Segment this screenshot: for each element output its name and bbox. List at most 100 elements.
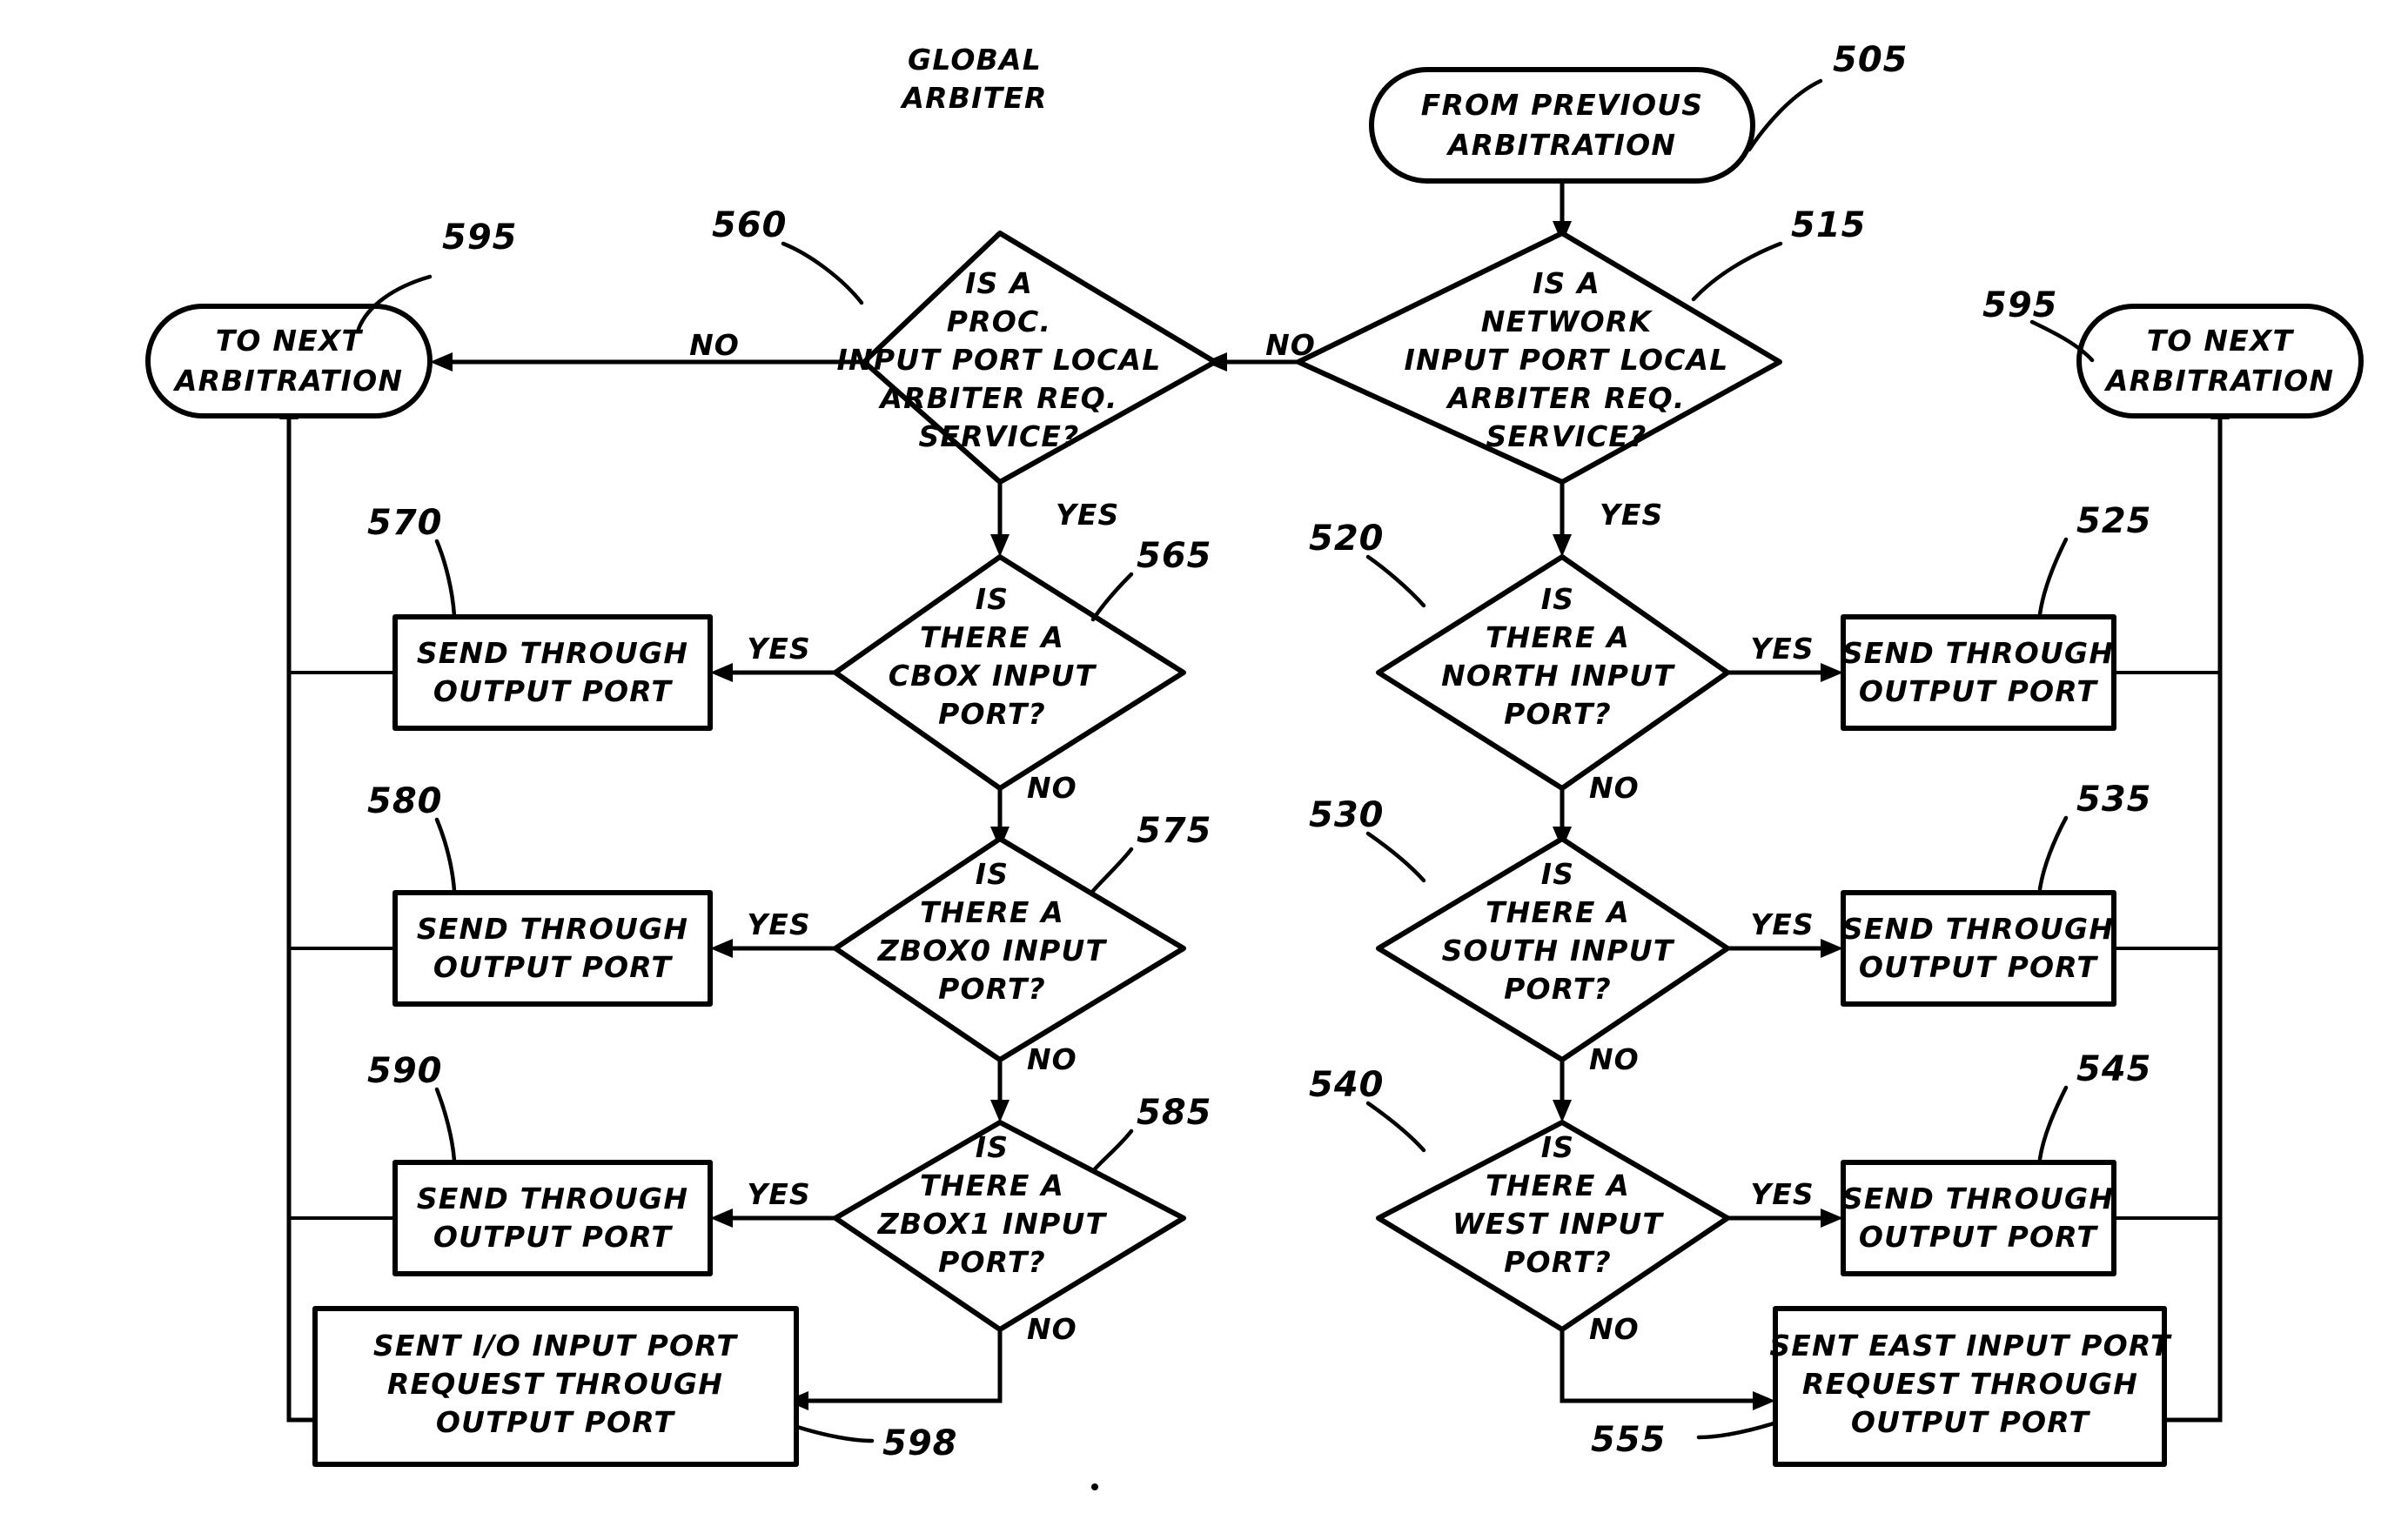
decision-530-line1: IS	[1541, 857, 1574, 891]
ref-520: 520	[1309, 519, 1385, 559]
decision-530-line2: THERE A	[1486, 895, 1630, 929]
leader-555	[1696, 1421, 1776, 1440]
ref-595-right: 595	[1982, 285, 2058, 325]
process-sent-io-input-port-request[interactable]: SENT I/O INPUT PORT REQUEST THROUGH OUTP…	[312, 1306, 799, 1467]
decision-530-line4: PORT?	[1504, 972, 1612, 1006]
ref-535: 535	[2076, 780, 2152, 820]
ref-585: 585	[1137, 1093, 1212, 1133]
decision-proc-local-arbiter[interactable]: IS A PROC. INPUT PORT LOCAL ARBITER REQ.…	[837, 231, 1217, 485]
decision-560-line1: IS A	[965, 266, 1033, 300]
arrow-540-yes	[1821, 1209, 1843, 1228]
arrow-575-no	[990, 1100, 1010, 1122]
decision-cbox-input-port[interactable]: IS THERE A CBOX INPUT PORT?	[833, 554, 1186, 791]
terminal-from-previous-line1: FROM PREVIOUS	[1421, 88, 1704, 122]
arrow-565-yes	[710, 663, 733, 682]
ref-505: 505	[1833, 40, 1908, 80]
decision-west-input-port[interactable]: IS THERE A WEST INPUT PORT?	[1376, 1120, 1730, 1332]
edge-label-530-yes: YES	[1750, 907, 1814, 941]
decision-network-local-arbiter[interactable]: IS A NETWORK INPUT PORT LOCAL ARBITER RE…	[1296, 231, 1782, 485]
terminal-to-next-left-shape	[145, 304, 433, 418]
arrow-515-yes	[1553, 534, 1572, 557]
process-send-through-output-port-north[interactable]: SEND THROUGH OUTPUT PORT	[1841, 614, 2116, 731]
caption-line1: GLOBAL	[908, 43, 1042, 77]
decision-575-line2: THERE A	[920, 895, 1064, 929]
arrow-560-yes	[990, 534, 1010, 557]
terminal-to-next-right-line2: ARBITRATION	[2103, 364, 2334, 398]
process-598-line1: SENT I/O INPUT PORT	[373, 1329, 738, 1363]
decision-540-line1: IS	[1541, 1130, 1574, 1164]
ref-595-left: 595	[442, 218, 518, 258]
caption-line2: ARBITER	[899, 81, 1047, 115]
decision-520-line1: IS	[1541, 582, 1574, 616]
leader-585	[1090, 1128, 1134, 1174]
ref-540: 540	[1309, 1065, 1385, 1105]
process-send-through-output-port-cbox[interactable]: SEND THROUGH OUTPUT PORT	[392, 614, 713, 731]
edge-label-540-yes: YES	[1750, 1177, 1814, 1211]
decision-north-input-port[interactable]: IS THERE A NORTH INPUT PORT?	[1376, 554, 1730, 791]
process-send-through-output-port-west[interactable]: SEND THROUGH OUTPUT PORT	[1841, 1160, 2116, 1276]
decision-515-line2: NETWORK	[1481, 305, 1653, 338]
leader-530	[1365, 831, 1426, 883]
process-570-line1: SEND THROUGH	[417, 636, 688, 670]
decision-540-line3: WEST INPUT	[1452, 1207, 1664, 1241]
edge-label-575-no: NO	[1027, 1042, 1077, 1076]
decision-560-line3: INPUT PORT LOCAL	[837, 343, 1162, 377]
right-return-bus	[2164, 407, 2223, 1423]
terminal-to-next-arbitration-left[interactable]: TO NEXT ARBITRATION	[145, 304, 433, 418]
ref-598: 598	[882, 1423, 958, 1463]
leader-570	[434, 539, 457, 619]
page-period-mark	[1091, 1483, 1098, 1490]
ref-570: 570	[367, 503, 443, 543]
leader-515	[1691, 241, 1783, 302]
terminal-to-next-right-line1: TO NEXT	[2147, 324, 2295, 358]
ref-530: 530	[1309, 795, 1385, 835]
decision-520-line4: PORT?	[1504, 697, 1612, 731]
decision-575-line4: PORT?	[938, 972, 1046, 1006]
process-598-line3: OUTPUT PORT	[436, 1405, 676, 1439]
decision-560-line4: ARBITER REQ.	[877, 381, 1117, 415]
edge-label-515-no: NO	[1265, 328, 1316, 362]
process-535-shape	[1841, 890, 2116, 1007]
ref-525: 525	[2076, 501, 2152, 541]
process-525-line1: SEND THROUGH	[1842, 636, 2114, 670]
decision-520-line3: NORTH INPUT	[1441, 659, 1675, 693]
terminal-from-previous-arbitration[interactable]: FROM PREVIOUS ARBITRATION	[1369, 67, 1755, 184]
edge-label-515-yes: YES	[1600, 498, 1663, 532]
leader-520	[1365, 554, 1426, 608]
decision-520-line2: THERE A	[1486, 620, 1630, 654]
ref-565: 565	[1137, 536, 1212, 576]
decision-585-line4: PORT?	[938, 1245, 1046, 1279]
flowchart-figure: 560 (right point) --> TO NEXT ARBITRATIO…	[0, 0, 2388, 1540]
decision-585-line2: THERE A	[920, 1168, 1064, 1202]
leader-545	[2037, 1085, 2069, 1162]
process-570-line2: OUTPUT PORT	[433, 674, 674, 708]
leader-580	[434, 817, 457, 894]
leader-560	[781, 241, 864, 305]
terminal-to-next-arbitration-right[interactable]: TO NEXT ARBITRATION	[2076, 304, 2364, 418]
process-590-line2: OUTPUT PORT	[433, 1220, 674, 1254]
edge-label-520-no: NO	[1589, 771, 1640, 805]
process-send-through-output-port-zbox0[interactable]: SEND THROUGH OUTPUT PORT	[392, 890, 713, 1007]
process-send-through-output-port-zbox1[interactable]: SEND THROUGH OUTPUT PORT	[392, 1160, 713, 1276]
process-send-through-output-port-south[interactable]: SEND THROUGH OUTPUT PORT	[1841, 890, 2116, 1007]
decision-515-line5: SERVICE?	[1486, 419, 1647, 453]
decision-565-line1: IS	[976, 582, 1009, 616]
process-580-line1: SEND THROUGH	[417, 912, 688, 946]
process-sent-east-input-port-request[interactable]: SENT EAST INPUT PORT REQUEST THROUGH OUT…	[1769, 1306, 2172, 1467]
process-525-shape	[1841, 614, 2116, 731]
edge-label-520-yes: YES	[1750, 632, 1814, 666]
decision-zbox1-input-port[interactable]: IS THERE A ZBOX1 INPUT PORT?	[833, 1120, 1186, 1332]
edge-label-565-no: NO	[1027, 771, 1077, 805]
terminal-to-next-left-line2: ARBITRATION	[172, 364, 403, 398]
ref-575: 575	[1137, 811, 1212, 851]
decision-515-line3: INPUT PORT LOCAL	[1405, 343, 1729, 377]
decision-zbox0-input-port[interactable]: IS THERE A ZBOX0 INPUT PORT?	[833, 836, 1186, 1062]
decision-south-input-port[interactable]: IS THERE A SOUTH INPUT PORT?	[1376, 836, 1730, 1062]
decision-560-line5: SERVICE?	[918, 419, 1079, 453]
edge-label-530-no: NO	[1589, 1042, 1640, 1076]
terminal-from-previous-line2: ARBITRATION	[1446, 128, 1676, 162]
ref-580: 580	[367, 781, 443, 821]
edge-label-585-yes: YES	[747, 1177, 810, 1211]
arrow-560-no	[430, 352, 453, 372]
terminal-to-next-left-line1: TO NEXT	[216, 324, 364, 358]
